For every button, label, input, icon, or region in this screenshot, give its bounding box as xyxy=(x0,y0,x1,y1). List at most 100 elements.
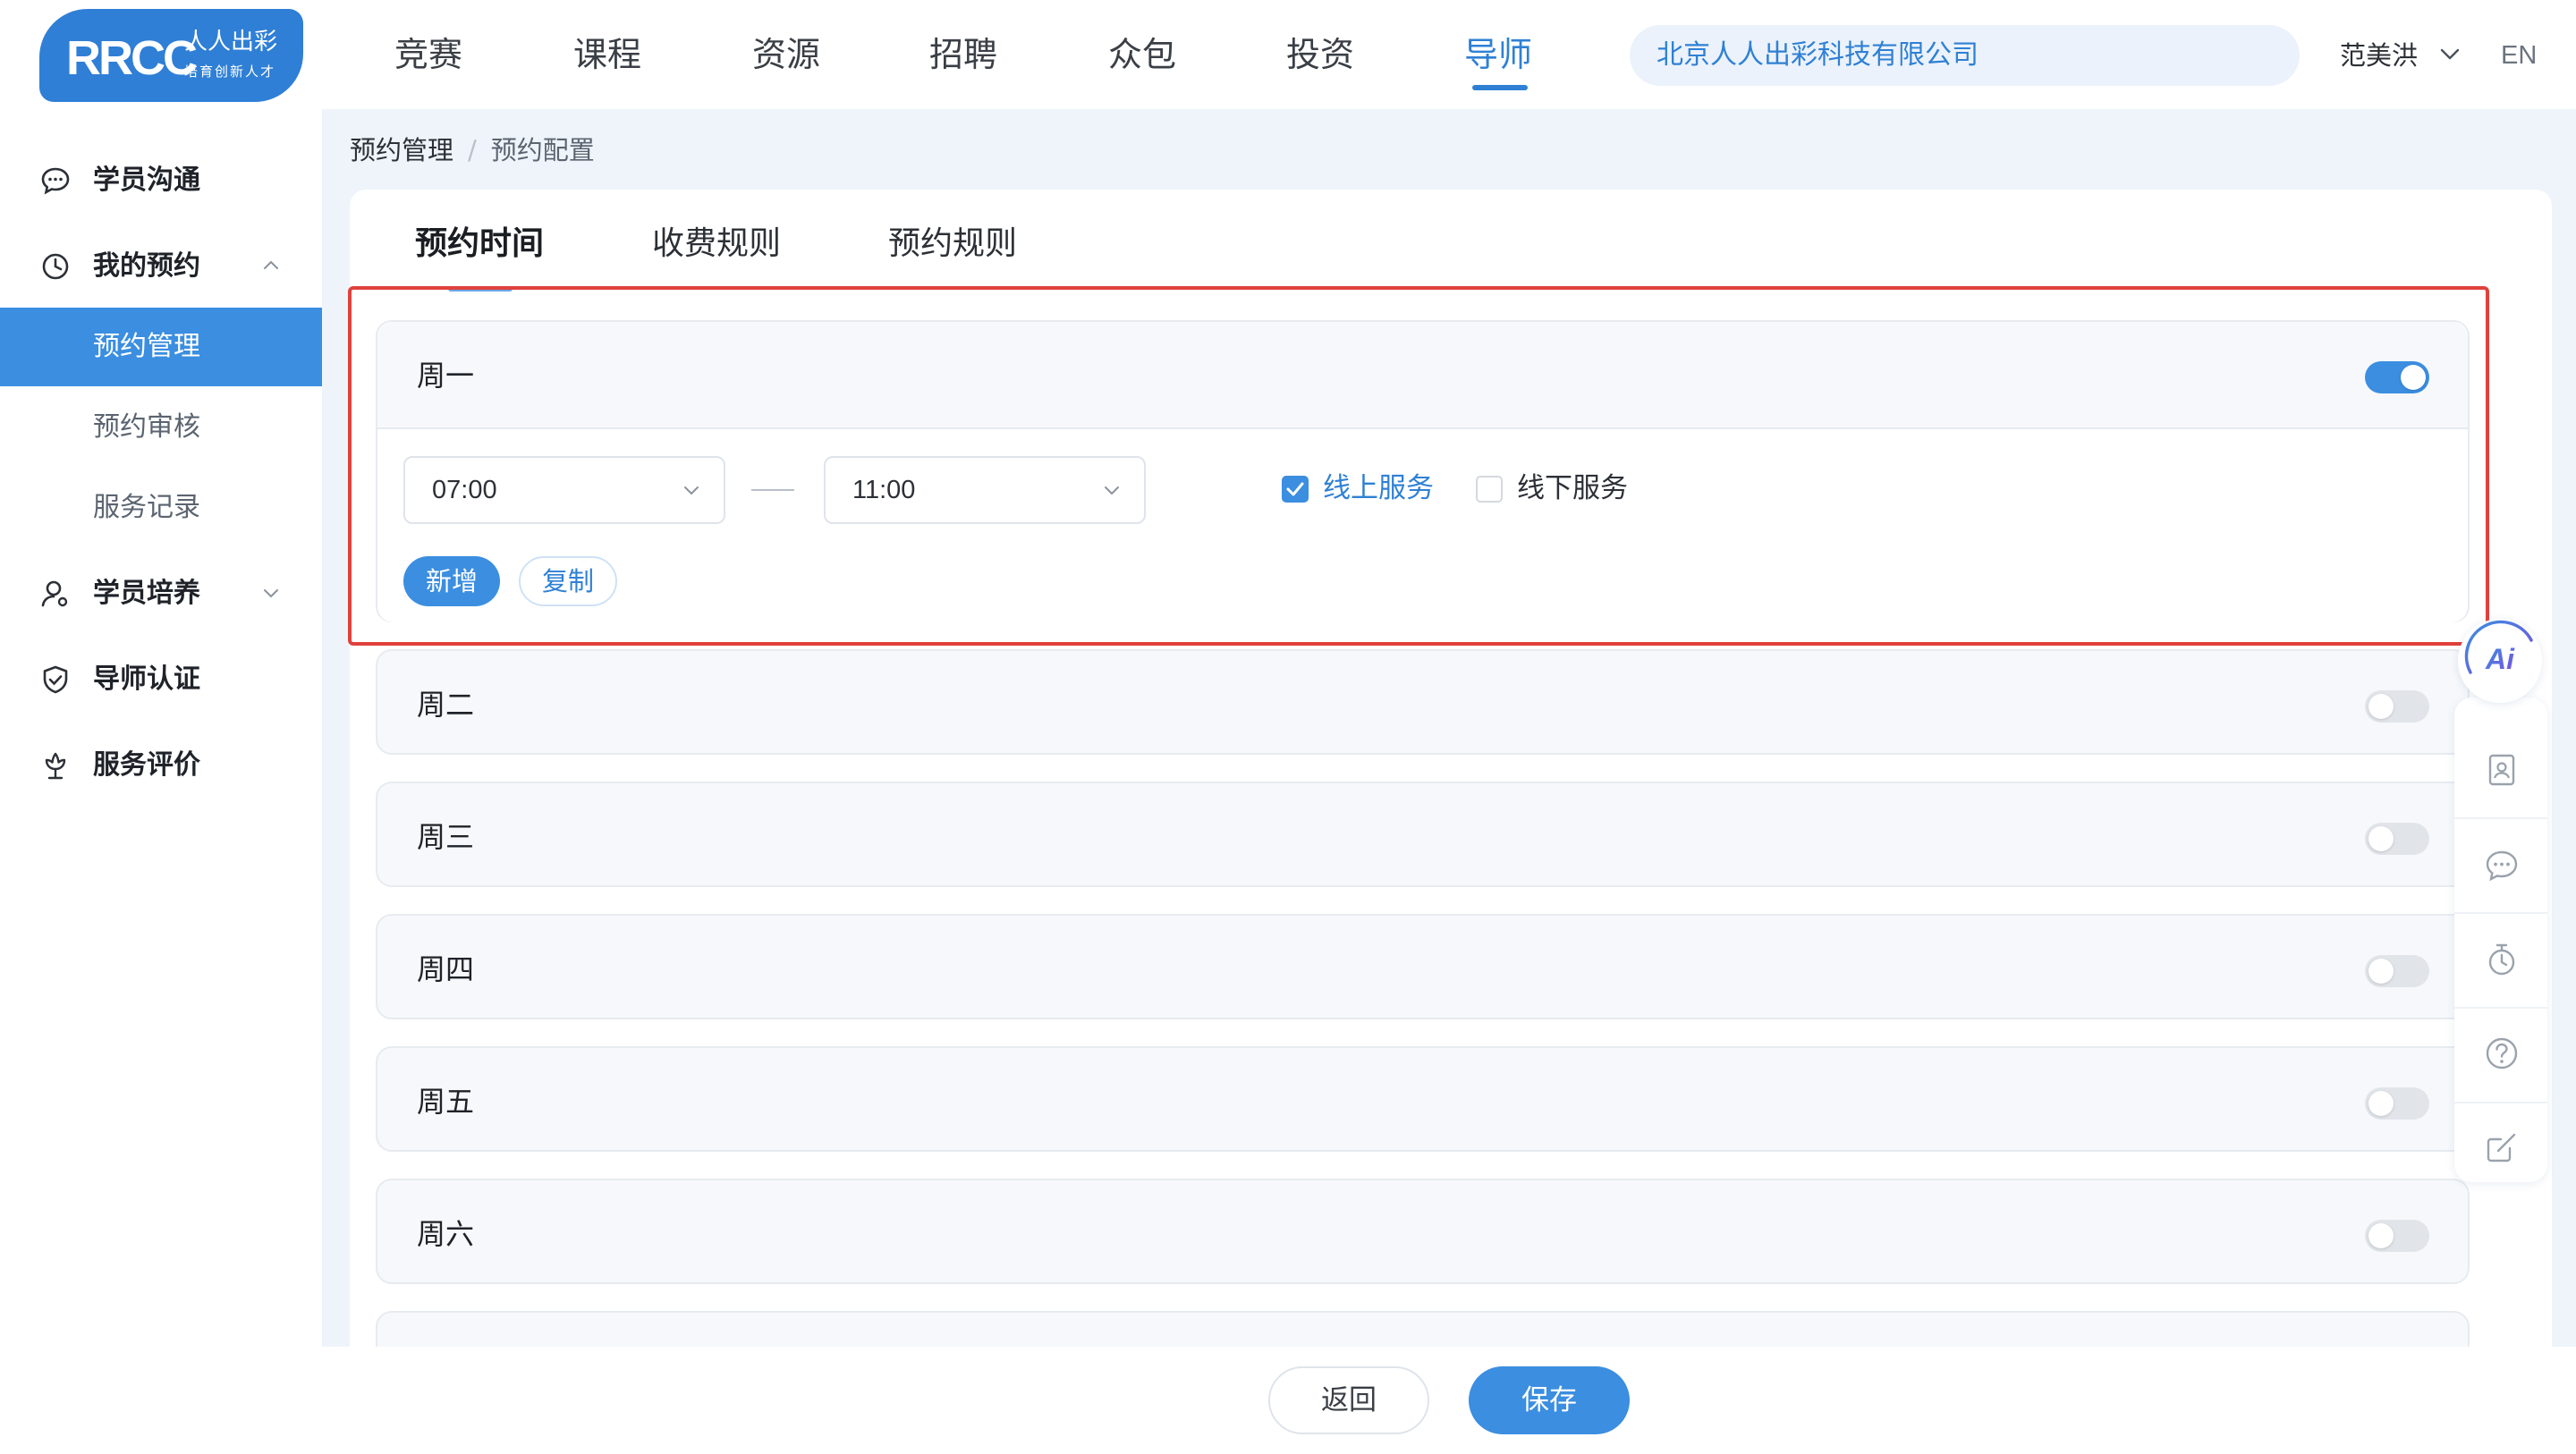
breadcrumb-separator: / xyxy=(468,135,477,165)
top-header: RRCC 人人出彩 培育创新人才 竞赛 课程 资源 招聘 众包 投资 导师 北京… xyxy=(0,0,2576,109)
nav-recruitment[interactable]: 招聘 xyxy=(929,32,997,77)
breadcrumb: 预约管理 / 预约配置 xyxy=(350,131,595,170)
day-enable-toggle[interactable] xyxy=(2365,1087,2429,1120)
sidebar-sub-label: 预约审核 xyxy=(93,411,200,443)
sidebar-item-label: 学员培养 xyxy=(93,578,200,609)
sidebar-sub-label: 服务记录 xyxy=(93,492,200,523)
online-service-label[interactable]: 线上服务 xyxy=(1323,469,1434,508)
day-title: 周五 xyxy=(417,1085,475,1119)
day-enable-toggle[interactable] xyxy=(2365,361,2429,393)
toggle-knob xyxy=(2368,694,2394,719)
contact-card-icon xyxy=(2488,754,2515,786)
language-switch[interactable]: EN xyxy=(2501,38,2537,73)
toggle-knob xyxy=(2368,1091,2394,1116)
sidebar-sub-label: 预约管理 xyxy=(93,331,200,362)
day-enable-toggle[interactable] xyxy=(2365,823,2429,855)
rrcc-logo[interactable]: RRCC 人人出彩 培育创新人才 xyxy=(39,9,303,102)
edit-icon xyxy=(2487,1133,2516,1162)
sidebar-item-mentor-certification[interactable]: 导师认证 xyxy=(0,638,322,719)
add-slot-button[interactable]: 新增 xyxy=(403,556,500,606)
day-enable-toggle[interactable] xyxy=(2365,955,2429,987)
sidebar-sub-booking-review[interactable]: 预约审核 xyxy=(0,388,322,467)
logo-cn-text: 人人出彩 xyxy=(184,29,278,55)
sidebar: 学员沟通 我的预约 预约管理 预约审核 服务记录 学员培养 导师认证 服务评价 xyxy=(0,109,322,1347)
time-slot-row: 07:00 11:00 线上服务 线下服务 新增 复制 xyxy=(377,427,2468,622)
copy-slot-button[interactable]: 复制 xyxy=(519,556,617,606)
day-title: 周一 xyxy=(417,359,475,393)
comment-tool[interactable] xyxy=(2454,818,2547,911)
day-card-thursday: 周四 xyxy=(376,914,2470,1019)
chat-icon xyxy=(41,167,70,195)
sidebar-item-student-training[interactable]: 学员培养 xyxy=(0,553,322,633)
sidebar-item-student-chat[interactable]: 学员沟通 xyxy=(0,139,322,220)
ai-assistant-button[interactable]: Ai xyxy=(2458,619,2542,703)
toggle-knob xyxy=(2368,826,2394,851)
sidebar-sub-service-records[interactable]: 服务记录 xyxy=(0,469,322,547)
sidebar-sub-booking-management[interactable]: 预约管理 xyxy=(0,308,322,386)
nav-competition[interactable]: 竞赛 xyxy=(394,32,462,77)
clock-icon xyxy=(42,253,69,280)
tab-active-indicator xyxy=(448,286,513,292)
checkmark-icon xyxy=(1286,482,1304,496)
toggle-knob xyxy=(2368,1223,2394,1248)
nav-mentor[interactable]: 导师 xyxy=(1464,32,1532,77)
nav-resources[interactable]: 资源 xyxy=(752,32,820,77)
edit-tool[interactable] xyxy=(2454,1100,2547,1193)
tab-booking-time[interactable]: 预约时间 xyxy=(415,222,544,266)
online-service-checkbox[interactable] xyxy=(1282,476,1309,503)
logo-slogan: 培育创新人才 xyxy=(184,63,276,80)
breadcrumb-parent[interactable]: 预约管理 xyxy=(350,135,453,165)
day-card-tuesday: 周二 xyxy=(376,649,2470,755)
sidebar-item-label: 导师认证 xyxy=(93,664,200,695)
svg-text:Ai: Ai xyxy=(2485,643,2515,675)
end-time-select[interactable]: 11:00 xyxy=(824,456,1146,524)
contact-card-tool[interactable] xyxy=(2454,723,2547,816)
day-enable-toggle[interactable] xyxy=(2365,1220,2429,1252)
sidebar-item-label: 学员沟通 xyxy=(93,165,200,196)
sidebar-item-my-booking[interactable]: 我的预约 xyxy=(0,225,322,306)
company-selector[interactable]: 北京人人出彩科技有限公司 xyxy=(1630,25,2300,86)
comment-icon xyxy=(2486,850,2518,882)
chevron-down-icon xyxy=(264,589,278,598)
toggle-knob xyxy=(2368,959,2394,984)
day-title: 周三 xyxy=(417,820,475,854)
time-range-separator xyxy=(751,489,794,491)
floating-toolbar xyxy=(2454,697,2547,1182)
tab-fee-rules[interactable]: 收费规则 xyxy=(652,222,781,266)
offline-service-label[interactable]: 线下服务 xyxy=(1517,469,1628,508)
shield-icon xyxy=(43,665,68,694)
help-icon xyxy=(2486,1037,2518,1069)
nav-courses[interactable]: 课程 xyxy=(573,32,641,77)
chevron-down-icon[interactable] xyxy=(2435,39,2465,70)
toggle-knob xyxy=(2401,365,2426,390)
footer-bar: 返回 保存 xyxy=(0,1347,2576,1454)
end-time-value: 11:00 xyxy=(852,476,916,504)
help-tool[interactable] xyxy=(2454,1006,2547,1099)
user-name[interactable]: 范美洪 xyxy=(2340,38,2418,73)
breadcrumb-current: 预约配置 xyxy=(490,135,595,165)
user-icon xyxy=(41,580,68,607)
ai-assistant-icon: Ai xyxy=(2464,620,2533,675)
back-button[interactable]: 返回 xyxy=(1268,1366,1429,1434)
logo-text: RRCC xyxy=(66,31,198,85)
tab-booking-rules[interactable]: 预约规则 xyxy=(888,222,1017,266)
flower-icon xyxy=(45,752,66,780)
nav-investment[interactable]: 投资 xyxy=(1286,32,1354,77)
day-title: 周二 xyxy=(417,688,475,722)
day-title: 周四 xyxy=(417,952,475,986)
day-card-monday: 周一 07:00 11:00 线上服务 线下服务 新增 复制 xyxy=(376,320,2470,622)
timer-tool[interactable] xyxy=(2454,912,2547,1005)
day-enable-toggle[interactable] xyxy=(2365,690,2429,723)
nav-crowdsourcing[interactable]: 众包 xyxy=(1108,32,1176,77)
offline-service-checkbox[interactable] xyxy=(1476,476,1503,503)
config-panel: 预约时间 收费规则 预约规则 周一 07:00 11:00 线上服务 线下服务 … xyxy=(350,190,2552,1347)
day-card-sunday-partial xyxy=(376,1311,2470,1347)
day-card-friday: 周五 xyxy=(376,1046,2470,1152)
sidebar-item-service-evaluation[interactable]: 服务评价 xyxy=(0,724,322,805)
day-card-saturday: 周六 xyxy=(376,1179,2470,1284)
save-button[interactable]: 保存 xyxy=(1469,1366,1630,1434)
day-title: 周六 xyxy=(417,1217,475,1251)
start-time-select[interactable]: 07:00 xyxy=(403,456,725,524)
timer-icon xyxy=(2488,943,2515,976)
chevron-down-icon xyxy=(1105,486,1119,495)
